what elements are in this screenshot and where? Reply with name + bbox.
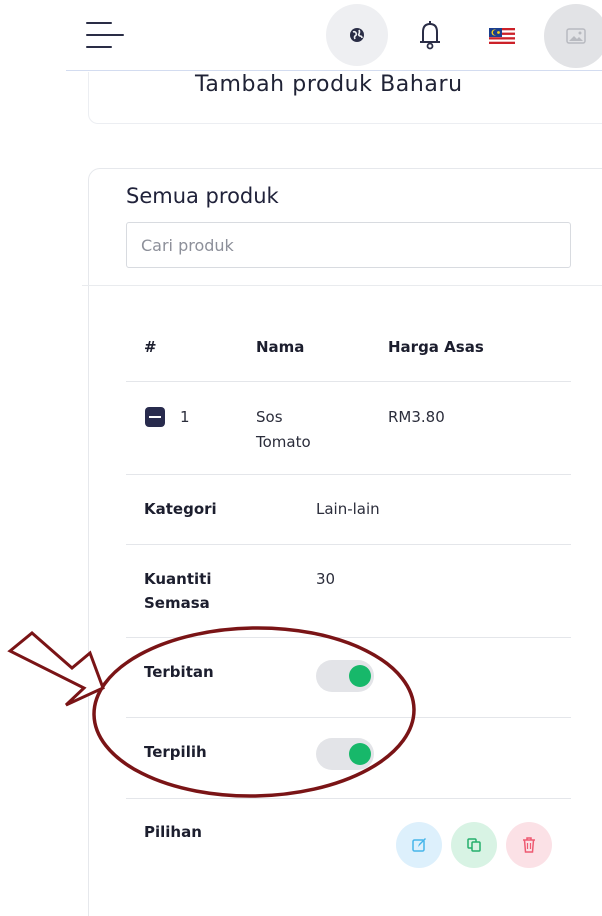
published-toggle[interactable] xyxy=(316,660,374,692)
globe-icon xyxy=(350,28,364,42)
options-label: Pilihan xyxy=(144,823,202,841)
row-divider xyxy=(126,474,571,475)
row-divider xyxy=(126,381,571,382)
avatar[interactable] xyxy=(544,4,602,68)
add-product-card[interactable]: Tambah produk Baharu xyxy=(88,72,602,124)
card-divider xyxy=(82,285,602,286)
product-price: RM3.80 xyxy=(388,408,445,426)
row-divider xyxy=(126,637,571,638)
trash-icon xyxy=(523,837,535,853)
row-divider xyxy=(126,717,571,718)
category-value: Lain-lain xyxy=(316,500,380,518)
image-placeholder-icon xyxy=(566,28,586,44)
malaysia-flag-icon[interactable] xyxy=(489,28,515,44)
collapse-row-button[interactable] xyxy=(145,407,165,427)
edit-button[interactable] xyxy=(396,822,442,868)
featured-toggle[interactable] xyxy=(316,738,374,770)
search-input[interactable] xyxy=(126,222,571,268)
edit-icon xyxy=(412,838,426,852)
column-header-name: Nama xyxy=(256,338,305,356)
bell-icon[interactable] xyxy=(418,20,442,50)
globe-button[interactable] xyxy=(326,4,388,66)
row-divider xyxy=(126,798,571,799)
category-label: Kategori xyxy=(144,500,217,518)
featured-label: Terpilih xyxy=(144,743,207,761)
column-header-index: # xyxy=(144,338,157,356)
row-index: 1 xyxy=(180,408,190,426)
column-header-price: Harga Asas xyxy=(388,338,484,356)
row-divider xyxy=(126,544,571,545)
product-name-line2: Tomato xyxy=(256,433,311,451)
products-title: Semua produk xyxy=(126,184,279,208)
toggle-knob xyxy=(349,743,371,765)
add-product-title[interactable]: Tambah produk Baharu xyxy=(195,72,463,97)
quantity-label-line2: Semasa xyxy=(144,594,210,612)
copy-button[interactable] xyxy=(451,822,497,868)
copy-icon xyxy=(467,838,481,852)
header-divider xyxy=(66,70,602,71)
product-name-line1: Sos xyxy=(256,408,283,426)
products-card xyxy=(88,168,602,916)
delete-button[interactable] xyxy=(506,822,552,868)
published-label: Terbitan xyxy=(144,663,214,681)
hamburger-menu-icon[interactable] xyxy=(86,20,124,50)
quantity-value: 30 xyxy=(316,570,336,588)
quantity-label-line1: Kuantiti xyxy=(144,570,212,588)
toggle-knob xyxy=(349,665,371,687)
